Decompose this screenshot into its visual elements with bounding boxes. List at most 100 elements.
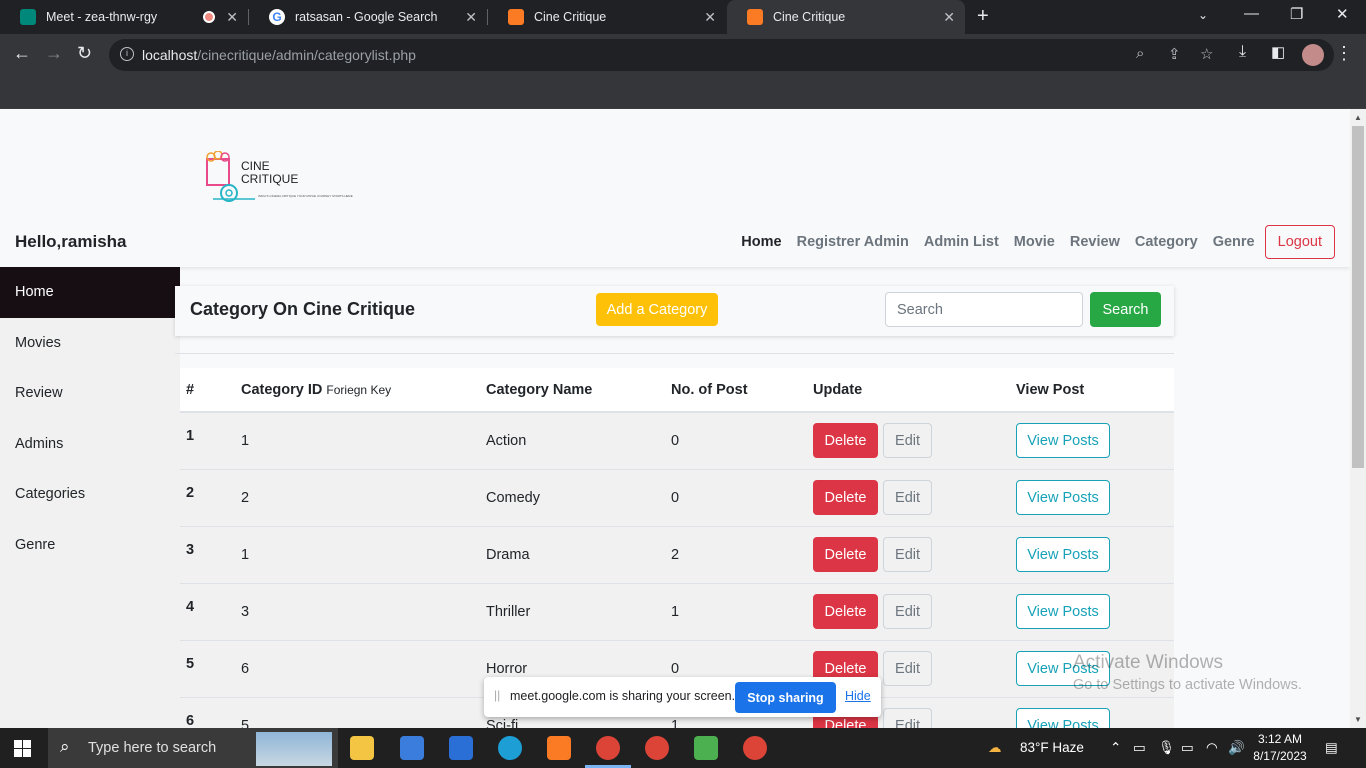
nav-register-admin[interactable]: Registrer Admin xyxy=(797,234,909,250)
search-highlight-image xyxy=(256,732,332,766)
side-panel-icon[interactable]: ◧ xyxy=(1271,43,1285,61)
row-number: 4 xyxy=(186,598,195,615)
address-bar[interactable]: i localhost/cinecritique/admin/categoryl… xyxy=(109,39,1334,71)
microsoft-store-icon[interactable] xyxy=(400,736,424,760)
table-row: 3 1 Drama 2 Delete Edit View Posts xyxy=(180,526,1174,583)
edit-button[interactable]: Edit xyxy=(883,480,933,515)
taskbar-search[interactable]: ⌕ Type here to search xyxy=(48,728,338,768)
wifi-icon[interactable]: ◠ xyxy=(1206,740,1218,756)
update-cell: Delete Edit xyxy=(807,583,1010,640)
zoom-icon[interactable]: ⌕ xyxy=(1136,45,1144,62)
edit-button[interactable]: Edit xyxy=(883,537,933,572)
meet-tray-icon[interactable]: ▭ xyxy=(1133,740,1146,756)
scroll-up-icon[interactable]: ▲ xyxy=(1354,113,1362,122)
search-icon: ⌕ xyxy=(60,737,70,756)
weather-text[interactable]: 83°F Haze xyxy=(1020,740,1084,755)
forward-icon[interactable]: → xyxy=(45,43,63,64)
menu-icon[interactable]: ⋮ xyxy=(1335,43,1353,64)
sidebar-item-categories[interactable]: Categories xyxy=(0,469,180,520)
sidebar-item-admins[interactable]: Admins xyxy=(0,419,180,470)
stop-sharing-button[interactable]: Stop sharing xyxy=(735,682,836,713)
battery-icon[interactable]: ▭ xyxy=(1181,740,1194,756)
chrome-icon[interactable] xyxy=(596,736,620,760)
page-scrollbar[interactable]: ▲ ▼ xyxy=(1350,109,1366,728)
nav-admin-list[interactable]: Admin List xyxy=(924,234,999,250)
close-window-icon[interactable]: ✕ xyxy=(1336,5,1349,23)
view-posts-button[interactable]: View Posts xyxy=(1016,594,1110,629)
google-meet-icon xyxy=(20,9,36,25)
view-posts-button[interactable]: View Posts xyxy=(1016,708,1110,728)
delete-button[interactable]: Delete xyxy=(813,480,878,515)
sidebar-item-review[interactable]: Review xyxy=(0,368,180,419)
delete-button[interactable]: Delete xyxy=(813,594,878,629)
col-view-post: View Post xyxy=(1010,368,1174,413)
tab-meet[interactable]: Meet - zea-thnw-rgy ✕ xyxy=(0,0,248,34)
edit-button[interactable]: Edit xyxy=(883,423,933,459)
tab-search-icon[interactable]: ⌄ xyxy=(1198,8,1208,22)
logout-button[interactable]: Logout xyxy=(1264,225,1335,259)
edge-icon[interactable] xyxy=(498,736,522,760)
profile-avatar[interactable] xyxy=(1302,44,1324,66)
view-posts-button[interactable]: View Posts xyxy=(1016,423,1110,459)
reload-icon[interactable]: ↻ xyxy=(77,43,92,64)
edit-button[interactable]: Edit xyxy=(883,708,933,728)
col-num: # xyxy=(180,368,235,413)
drag-handle-icon[interactable]: || xyxy=(494,688,500,702)
tab-cine-critique[interactable]: Cine Critique ✕ xyxy=(488,0,726,34)
nav-home[interactable]: Home xyxy=(741,234,781,250)
chrome-alt-icon[interactable] xyxy=(743,736,767,760)
nav-genre[interactable]: Genre xyxy=(1213,234,1255,250)
tab-cine-critique-active[interactable]: Cine Critique ✕ xyxy=(727,0,965,34)
watermark-line2: Go to Settings to activate Windows. xyxy=(1073,677,1302,693)
close-tab-icon[interactable]: ✕ xyxy=(943,9,955,26)
sidebar-item-genre[interactable]: Genre xyxy=(0,520,180,571)
restore-icon[interactable]: ❐ xyxy=(1290,5,1303,23)
delete-button[interactable]: Delete xyxy=(813,537,878,572)
microphone-icon[interactable]: 🎙 xyxy=(1158,740,1175,756)
view-posts-button[interactable]: View Posts xyxy=(1016,480,1110,515)
new-tab-icon[interactable]: + xyxy=(977,5,989,28)
close-tab-icon[interactable]: ✕ xyxy=(465,9,477,26)
bookmark-star-icon[interactable]: ☆ xyxy=(1200,45,1213,63)
row-number: 2 xyxy=(186,484,195,501)
notepad-icon[interactable] xyxy=(694,736,718,760)
site-info-icon[interactable]: i xyxy=(120,47,134,61)
nav-category[interactable]: Category xyxy=(1135,234,1198,250)
download-icon[interactable]: ⤓ xyxy=(1239,43,1246,61)
mail-icon[interactable] xyxy=(449,736,473,760)
nav-movie[interactable]: Movie xyxy=(1014,234,1055,250)
table-row: 1 1 Action 0 Delete Edit View Posts xyxy=(180,412,1174,469)
tray-chevron-icon[interactable]: ⌃ xyxy=(1110,740,1121,756)
scroll-down-icon[interactable]: ▼ xyxy=(1354,715,1362,724)
xampp-icon[interactable] xyxy=(547,736,571,760)
scroll-thumb[interactable] xyxy=(1352,126,1364,468)
top-navbar: Hello,ramisha Home Registrer Admin Admin… xyxy=(0,217,1350,267)
weather-icon[interactable]: ☁ xyxy=(988,740,1002,756)
system-clock[interactable]: 3:12 AM 8/17/2023 xyxy=(1250,731,1310,765)
close-tab-icon[interactable]: ✕ xyxy=(226,9,238,26)
chrome-profile-icon[interactable] xyxy=(645,736,669,760)
delete-button[interactable]: Delete xyxy=(813,423,878,459)
file-explorer-icon[interactable] xyxy=(350,736,374,760)
sidebar-item-home[interactable]: Home xyxy=(0,267,180,318)
sidebar-item-movies[interactable]: Movies xyxy=(0,318,180,369)
url-text: localhost/cinecritique/admin/categorylis… xyxy=(142,47,416,63)
hide-link[interactable]: Hide xyxy=(845,689,871,703)
back-icon[interactable]: ← xyxy=(13,43,31,64)
view-posts-button[interactable]: View Posts xyxy=(1016,537,1110,572)
search-button[interactable]: Search xyxy=(1090,292,1161,327)
volume-icon[interactable]: 🔊 xyxy=(1228,740,1245,756)
nav-review[interactable]: Review xyxy=(1070,234,1120,250)
edit-button[interactable]: Edit xyxy=(883,594,933,629)
search-input[interactable] xyxy=(885,292,1083,327)
share-icon[interactable]: ⇪ xyxy=(1168,45,1181,63)
minimize-icon[interactable]: — xyxy=(1244,5,1259,22)
category-id-cell: 5 xyxy=(241,717,250,729)
notification-icon[interactable]: ▤ xyxy=(1325,740,1338,756)
windows-start-icon[interactable] xyxy=(14,740,31,757)
add-category-button[interactable]: Add a Category xyxy=(596,293,718,326)
tab-google-search[interactable]: G ratsasan - Google Search ✕ xyxy=(249,0,487,34)
category-name-cell: Drama xyxy=(486,546,530,563)
close-tab-icon[interactable]: ✕ xyxy=(704,9,716,26)
edit-button[interactable]: Edit xyxy=(883,651,933,686)
